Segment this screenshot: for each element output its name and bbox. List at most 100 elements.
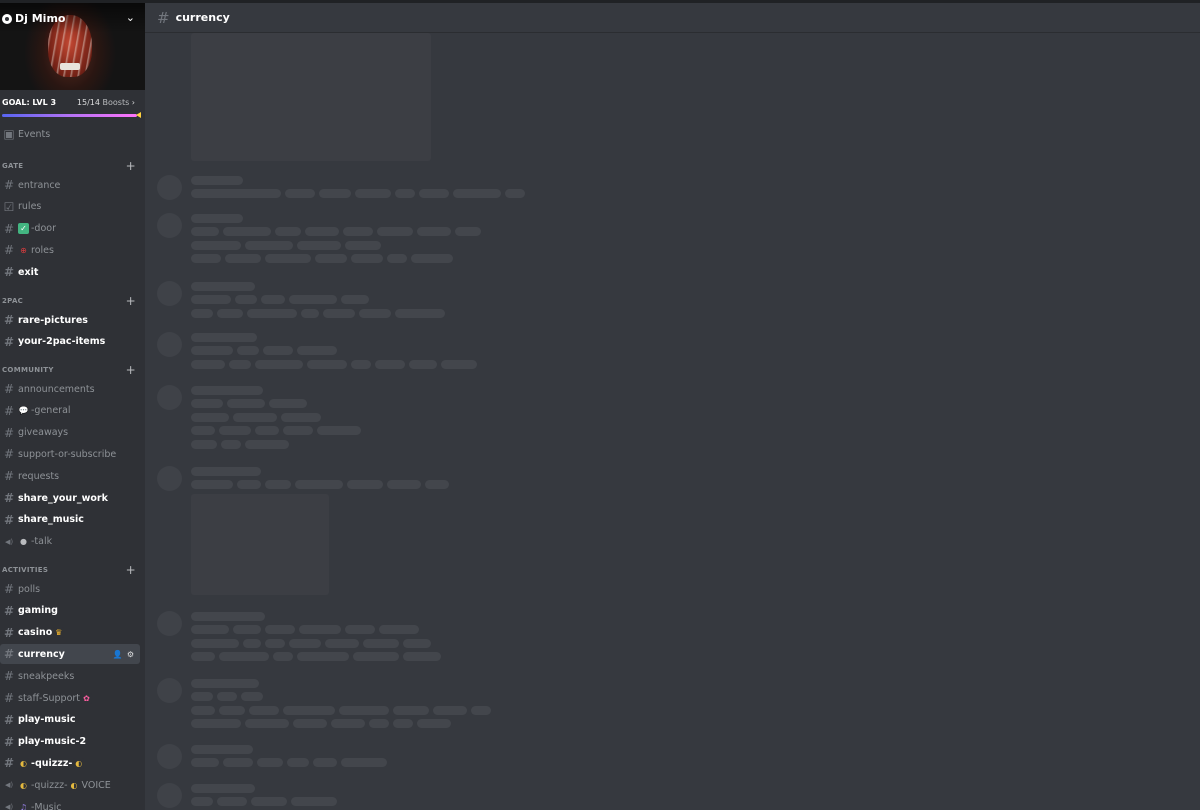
plus-icon[interactable]: + — [126, 159, 136, 173]
events-label: Events — [18, 128, 51, 140]
channel-item-polls[interactable]: # polls — [0, 579, 140, 599]
channel-label: polls — [18, 583, 41, 595]
text-placeholder — [295, 480, 343, 489]
username-placeholder — [191, 679, 259, 688]
channel-label: share_music — [18, 514, 84, 526]
channel-item-currency[interactable]: # currency 👤 ⚙ — [0, 644, 140, 665]
text-placeholder — [191, 638, 239, 648]
text-placeholder — [255, 426, 279, 435]
add-member-icon[interactable]: 👤 — [113, 650, 123, 659]
username-placeholder — [191, 467, 261, 476]
channel-item-door[interactable]: # ✓ -door — [0, 219, 140, 239]
text-placeholder — [343, 227, 373, 236]
channel-item-giveaways[interactable]: # giveaways — [0, 423, 140, 443]
boost-count: 15/14 Boosts › — [77, 98, 135, 107]
channel-item-share-music[interactable]: # share_music — [0, 510, 140, 530]
text-placeholder — [313, 758, 337, 767]
text-placeholder — [393, 719, 413, 728]
plus-icon[interactable]: + — [126, 563, 136, 577]
text-placeholder — [261, 295, 285, 304]
text-placeholder — [363, 638, 399, 648]
channel-item-share-your-work[interactable]: # share_your_work — [0, 488, 140, 508]
text-placeholder — [505, 189, 525, 198]
channel-label: -quizzz- — [31, 757, 73, 769]
channel-item-roles[interactable]: # ⊕ roles — [0, 240, 140, 260]
channel-item-support-or-subscribe[interactable]: # support-or-subscribe — [0, 444, 140, 464]
category-gate[interactable]: GATE + — [2, 159, 136, 173]
skeleton-image — [191, 33, 431, 161]
channel-label: announcements — [18, 383, 95, 395]
channel-label: share_your_work — [18, 492, 108, 504]
channel-item-general[interactable]: # 💬 -general — [0, 401, 140, 421]
text-placeholder — [341, 758, 387, 767]
channel-item-your-2pac-items[interactable]: # your-2pac-items — [0, 332, 140, 352]
channel-label: -talk — [31, 536, 53, 548]
calendar-icon: ▣ — [3, 127, 15, 141]
boost-count-value: 15/14 — [76, 97, 100, 107]
text-placeholder — [191, 439, 217, 449]
text-placeholder — [387, 254, 407, 263]
text-placeholder — [265, 638, 285, 648]
channel-item-quizzz[interactable]: # ◐ -quizzz- ◐ — [0, 753, 140, 773]
text-placeholder — [281, 412, 321, 422]
channel-item-staff-support[interactable]: # staff-Support ✿ — [0, 688, 140, 708]
boost-goal[interactable]: GOAL: LVL 3 15/14 Boosts › — [0, 90, 145, 114]
channel-item-entrance[interactable]: # entrance — [0, 175, 140, 195]
plus-icon[interactable]: + — [126, 363, 136, 377]
text-placeholder — [351, 254, 383, 263]
hash-icon: # — [3, 512, 15, 527]
text-placeholder — [233, 625, 261, 634]
music-notes-emoji: ♫ — [18, 801, 29, 810]
text-placeholder — [387, 480, 421, 489]
text-placeholder — [317, 426, 361, 435]
category-community[interactable]: COMMUNITY + — [2, 363, 136, 377]
events-item[interactable]: ▣ Events — [0, 124, 140, 144]
channel-item-play-music[interactable]: # play-music — [0, 710, 140, 730]
gear-icon[interactable]: ⚙ — [127, 650, 134, 659]
hash-icon: # — [157, 8, 170, 27]
username-placeholder — [191, 612, 265, 621]
text-placeholder — [425, 480, 449, 489]
hash-icon: # — [3, 603, 15, 618]
text-placeholder — [297, 652, 349, 661]
text-placeholder — [257, 758, 283, 767]
plus-icon[interactable]: + — [126, 294, 136, 308]
channel-item-quizzz[interactable]: ◀) ◐ -quizzz- ◐ VOICE — [0, 775, 140, 795]
text-placeholder — [191, 480, 233, 489]
channel-item-talk[interactable]: ◀) ● -talk — [0, 532, 140, 552]
channel-label: rules — [18, 201, 42, 213]
text-placeholder — [347, 480, 383, 489]
channel-item-play-music-2[interactable]: # play-music-2 — [0, 732, 140, 752]
channel-label: -quizzz- — [31, 779, 68, 791]
category-2pac[interactable]: 2PAC + — [2, 294, 136, 308]
channel-label: staff-Support — [18, 692, 81, 704]
text-placeholder — [283, 705, 335, 715]
server-name-label: Dj Mimo — [15, 12, 66, 25]
channel-item-requests[interactable]: # requests — [0, 466, 140, 486]
channel-item-announcements[interactable]: # announcements — [0, 379, 140, 399]
text-placeholder — [245, 719, 289, 728]
server-banner[interactable]: Dj Mimo ⌄ — [0, 3, 145, 90]
hash-icon: # — [3, 447, 15, 462]
chevron-down-icon[interactable]: ⌄ — [126, 11, 135, 24]
channel-item-exit[interactable]: # exit — [0, 262, 140, 282]
text-placeholder — [251, 797, 287, 806]
channel-sidebar: Dj Mimo ⌄ GOAL: LVL 3 15/14 Boosts › ▣ E… — [0, 3, 145, 810]
text-placeholder — [299, 625, 341, 634]
hash-icon: # — [3, 734, 15, 749]
text-placeholder — [369, 719, 389, 728]
channel-item-casino[interactable]: # casino ♛ — [0, 623, 140, 643]
channel-item-rare-pictures[interactable]: # rare-pictures — [0, 310, 140, 330]
channel-item-gaming[interactable]: # gaming — [0, 601, 140, 621]
category-activities[interactable]: ACTIVITIES + — [2, 563, 136, 577]
channel-item-music[interactable]: ◀) ♫ -Music — [0, 797, 140, 810]
username-placeholder — [191, 214, 243, 223]
check-mark-emoji: ✓ — [18, 223, 29, 235]
username-placeholder — [191, 784, 255, 793]
channel-item-rules[interactable]: ☑ rules — [0, 197, 140, 217]
hash-icon: # — [3, 313, 15, 327]
server-name[interactable]: Dj Mimo — [2, 12, 65, 25]
text-placeholder — [409, 359, 437, 369]
channel-item-sneakpeeks[interactable]: # sneakpeeks — [0, 666, 140, 686]
text-placeholder — [297, 346, 337, 355]
